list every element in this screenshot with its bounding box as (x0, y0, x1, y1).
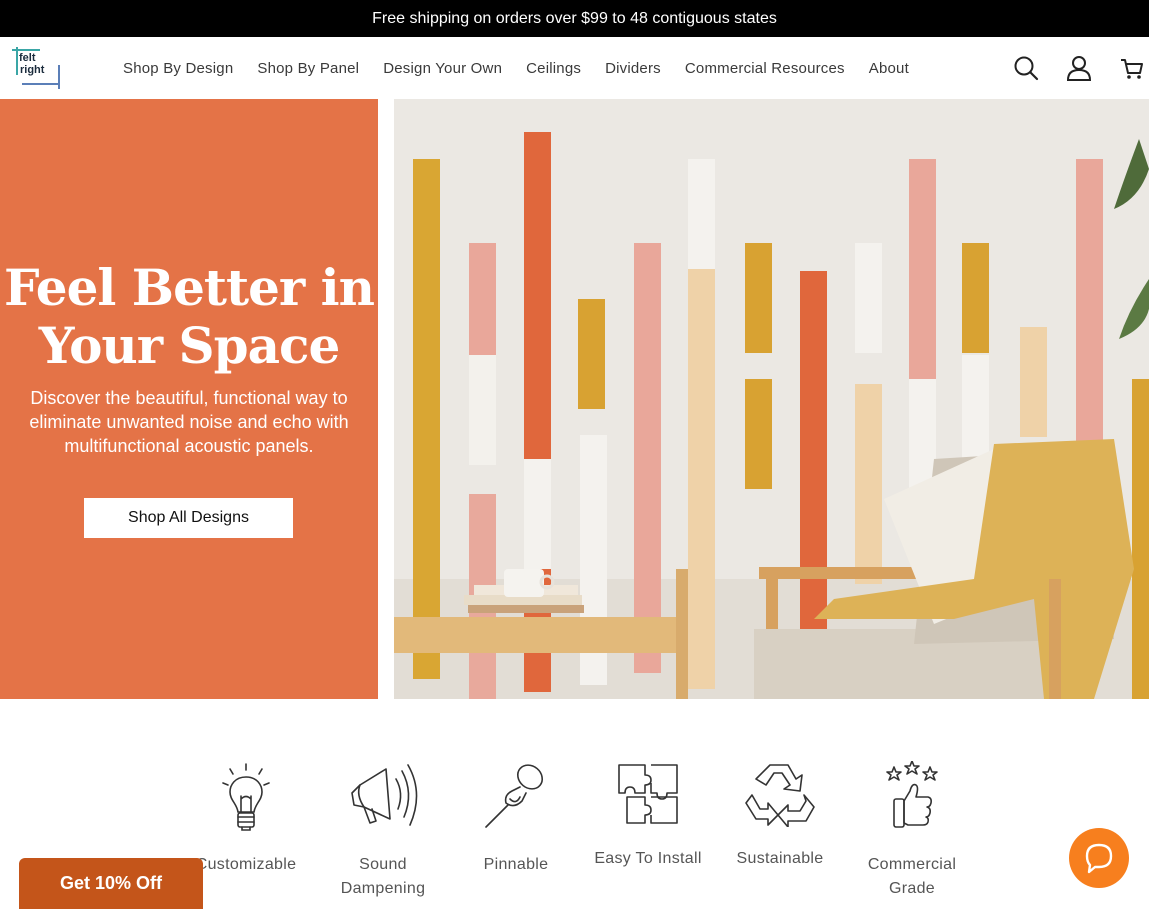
logo-text-bottom: right (20, 64, 45, 76)
get-10-off-button[interactable]: Get 10% Off (19, 858, 203, 909)
speaker-icon (351, 764, 418, 826)
felt-panels-room-illustration (394, 99, 1149, 699)
nav-design-your-own[interactable]: Design Your Own (383, 60, 502, 77)
site-header: felt right Shop By Design Shop By Panel … (0, 37, 1149, 99)
announcement-bar: Free shipping on orders over $99 to 48 c… (0, 0, 1149, 37)
nav-shop-by-design[interactable]: Shop By Design (123, 60, 233, 77)
hero-title: Feel Better in Your Space (4, 258, 375, 375)
nav-dividers[interactable]: Dividers (605, 60, 661, 77)
feature-label: Pinnable (483, 856, 549, 873)
brand-logo[interactable]: felt right (12, 47, 62, 89)
feature-easy-to-install: Easy To Install (583, 761, 713, 871)
hero-subtitle: Discover the beautiful, functional way t… (29, 388, 349, 456)
pushpin-icon (485, 764, 544, 828)
thumbs-up-stars-icon (886, 761, 938, 828)
shop-all-designs-button[interactable]: Shop All Designs (84, 498, 293, 538)
chat-bubble-icon (1085, 843, 1113, 874)
feature-label: Commercial Grade (867, 856, 957, 897)
puzzle-icon (618, 764, 678, 824)
cart-icon[interactable] (1119, 55, 1145, 81)
nav-commercial-resources[interactable]: Commercial Resources (685, 60, 845, 77)
search-icon[interactable] (1013, 55, 1039, 81)
announcement-text: Free shipping on orders over $99 to 48 c… (372, 9, 777, 27)
feature-sustainable: Sustainable (715, 761, 845, 871)
nav-shop-by-panel[interactable]: Shop By Panel (257, 60, 359, 77)
nav-ceilings[interactable]: Ceilings (526, 60, 581, 77)
logo-line (16, 47, 18, 75)
hero-image (394, 99, 1149, 699)
feature-label: Sustainable (736, 850, 824, 867)
feature-commercial-grade: Commercial Grade (847, 761, 977, 901)
account-icon[interactable] (1066, 55, 1092, 81)
feature-label: Sound Dampening (340, 856, 426, 897)
logo-text-top: felt (19, 52, 36, 64)
nav-about[interactable]: About (869, 60, 909, 77)
recycle-icon (745, 764, 815, 827)
logo-line (58, 65, 60, 89)
feature-pinnable: Pinnable (451, 761, 581, 877)
feature-sound-dampening: Sound Dampening (318, 761, 448, 901)
lightbulb-icon (222, 763, 270, 831)
chat-launcher-button[interactable] (1069, 828, 1129, 888)
feature-label: Easy To Install (594, 850, 702, 867)
main-nav: Shop By Design Shop By Panel Design Your… (111, 37, 921, 99)
hero-panel: Feel Better in Your Space Discover the b… (0, 99, 378, 699)
logo-line (22, 83, 60, 85)
